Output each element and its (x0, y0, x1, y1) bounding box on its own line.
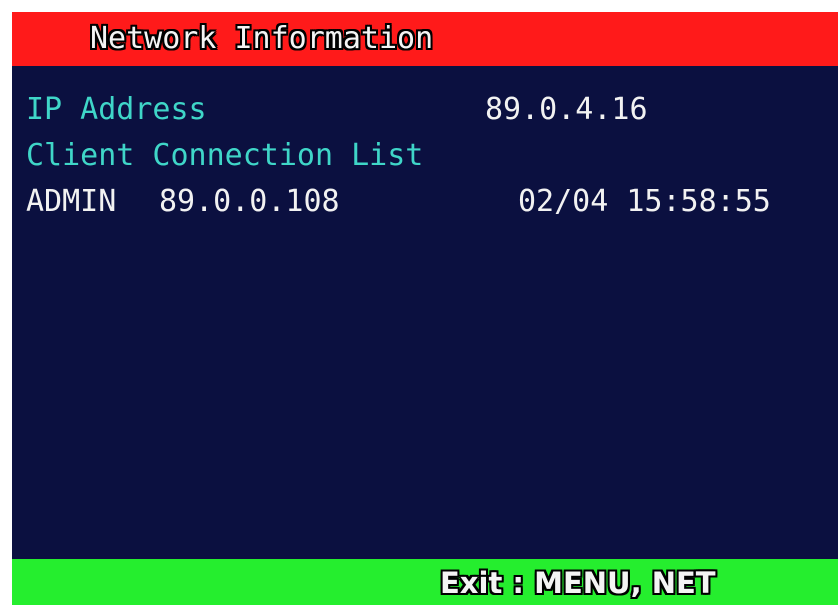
ip-address-value: 89.0.4.16 (485, 92, 648, 127)
ip-address-label: IP Address (26, 92, 207, 127)
title-bar: Network Information (12, 12, 838, 66)
footer-bar: Exit : MENU, NET (12, 559, 838, 605)
page-title: Network Information (90, 21, 434, 56)
client-timestamp: 02/04 15:58:55 (518, 184, 771, 219)
osd-screen: Network Information IP Address 89.0.4.16… (12, 12, 838, 605)
client-connection-list-label: Client Connection List (26, 138, 424, 173)
exit-hint: Exit : MENU, NET (440, 566, 716, 600)
client-user: ADMIN (26, 184, 117, 219)
client-ip: 89.0.0.108 (159, 184, 340, 219)
